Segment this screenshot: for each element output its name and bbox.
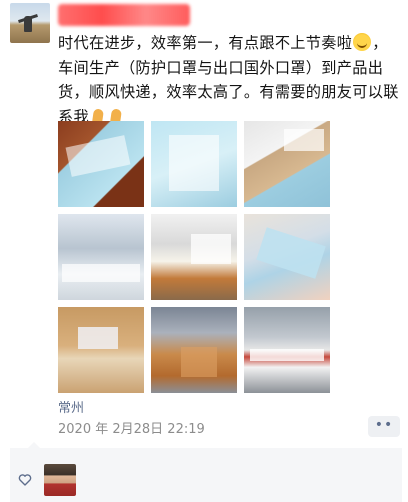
photo-thumbnail[interactable] — [58, 214, 144, 300]
photo-thumbnail[interactable] — [244, 121, 330, 207]
grinning-sweat-emoji-icon — [353, 33, 372, 51]
photo-thumbnail[interactable] — [58, 121, 144, 207]
photo-thumbnail[interactable] — [244, 214, 330, 300]
photo-thumbnail[interactable] — [151, 214, 237, 300]
author-avatar[interactable] — [10, 3, 50, 43]
likes-section — [10, 442, 402, 502]
post-text: 时代在进步，效率第一，有点跟不上节奏啦 ，车间生产（防护口罩与出口国外口罩）到产品… — [58, 31, 400, 129]
liker-avatar[interactable] — [44, 464, 76, 496]
photo-thumbnail[interactable] — [244, 307, 330, 393]
author-name-redacted[interactable] — [58, 4, 190, 26]
photo-grid — [58, 121, 332, 393]
photo-thumbnail[interactable] — [151, 121, 237, 207]
photo-thumbnail[interactable] — [58, 307, 144, 393]
post-location-link[interactable]: 常州 — [58, 397, 84, 416]
post-text-part-1: 时代在进步，效率第一，有点跟不上节奏啦 — [58, 34, 353, 52]
post-timestamp: 2020 年 2月28日 22:19 — [58, 422, 205, 437]
heart-outline-icon — [18, 474, 32, 486]
more-actions-button[interactable]: •• — [368, 416, 400, 437]
photo-thumbnail[interactable] — [151, 307, 237, 393]
